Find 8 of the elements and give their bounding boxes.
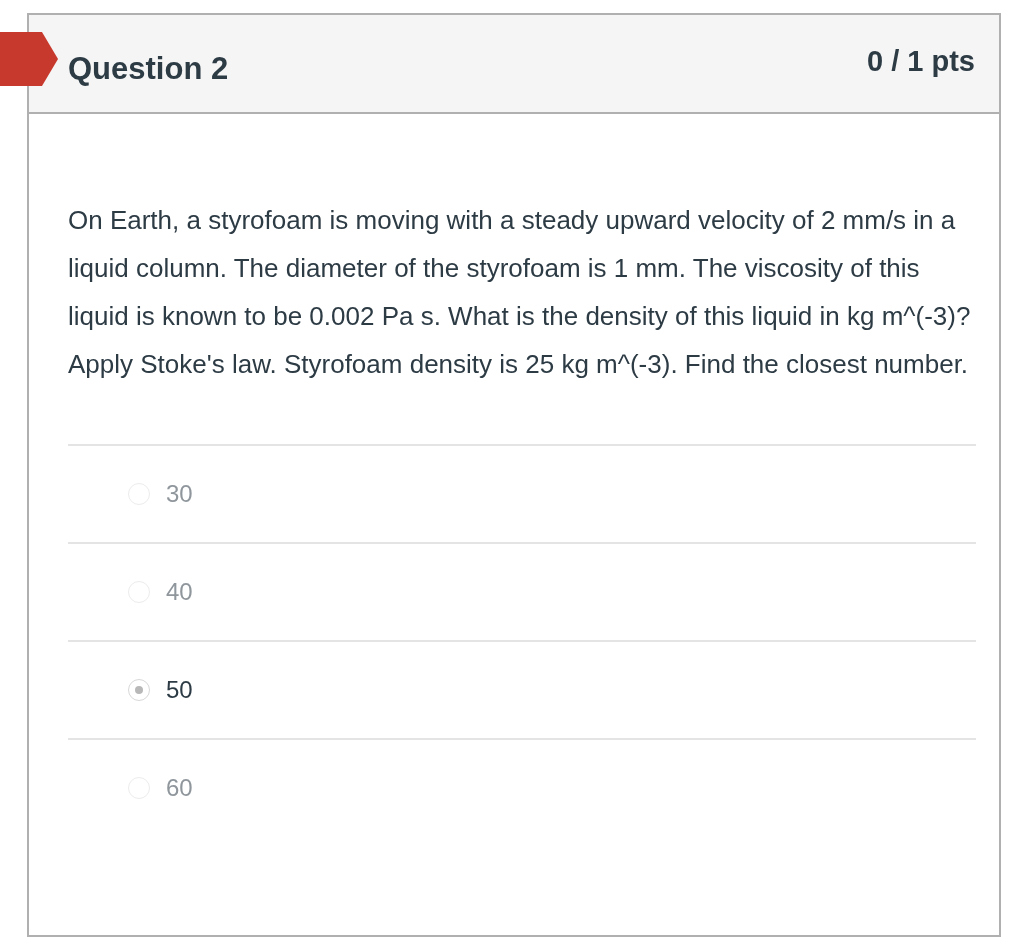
answer-label: 30 xyxy=(166,480,193,508)
radio-button[interactable] xyxy=(128,679,150,701)
points-label: 0 / 1 pts xyxy=(867,45,975,78)
answer-label: 60 xyxy=(166,774,193,802)
answer-label: 40 xyxy=(166,578,193,606)
question-text: On Earth, a styrofoam is moving with a steady upward velocity of 2 mm/s in a liquid column. The diameter of the styrofoam is 1 mm. The viscosity of this liquid is known to be 0.002 Pa s. What is the density of this liquid in kg m^(-3)? Apply Stoke's law. Styrofoam density is 25 kg m^(-3). Find the closest number. xyxy=(68,204,972,381)
question-title: Question 2 xyxy=(68,51,229,87)
answer-label: 50 xyxy=(166,676,193,704)
